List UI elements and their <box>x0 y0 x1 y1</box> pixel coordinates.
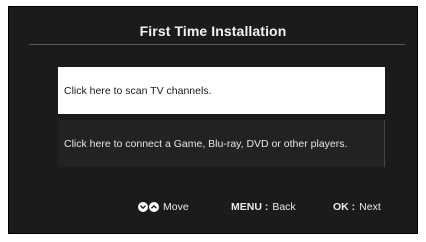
page-title: First Time Installation <box>139 23 287 39</box>
next-hint: OK : Next <box>333 201 381 213</box>
chevron-down-icon <box>138 202 148 212</box>
title-divider <box>29 44 405 45</box>
back-label: Back <box>272 201 296 213</box>
chevron-up-icon <box>149 202 159 212</box>
move-label: Move <box>163 201 189 213</box>
nav-icons <box>138 202 159 212</box>
move-hint: Move <box>138 201 189 213</box>
back-hint: MENU : Back <box>231 201 296 213</box>
connect-devices-option[interactable]: Click here to connect a Game, Blu-ray, D… <box>58 120 385 167</box>
ok-key-label: OK : <box>333 201 356 213</box>
connect-devices-label: Click here to connect a Game, Blu-ray, D… <box>64 137 348 150</box>
scan-channels-label: Click here to scan TV channels. <box>64 84 212 97</box>
next-label: Next <box>359 201 381 213</box>
menu-key-label: MENU : <box>231 201 269 213</box>
scan-channels-option[interactable]: Click here to scan TV channels. <box>58 67 385 114</box>
tv-screen: First Time Installation Click here to sc… <box>8 6 418 234</box>
